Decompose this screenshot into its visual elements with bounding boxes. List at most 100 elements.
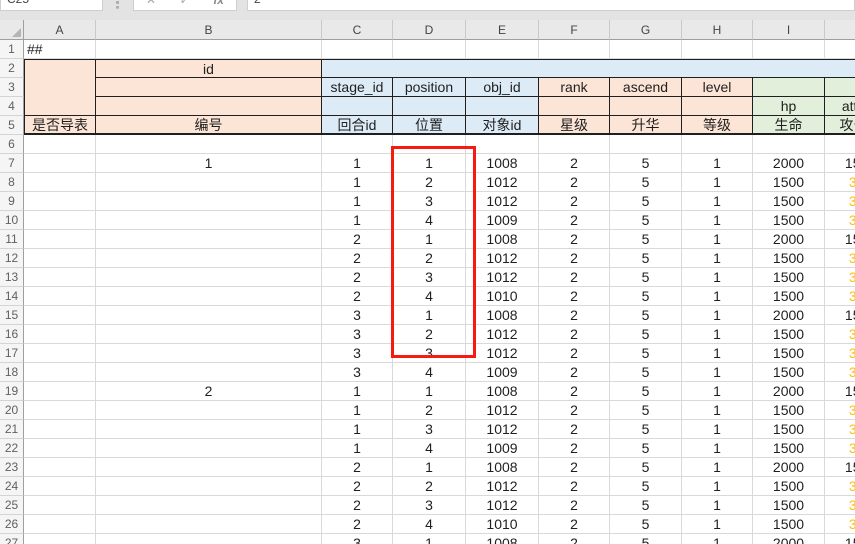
cell-D4[interactable] [393,97,466,116]
cell-B11[interactable] [96,230,322,249]
cell-J27[interactable]: 1500 [825,534,855,544]
cell-C21[interactable]: 1 [322,420,393,439]
cell-D13[interactable]: 3 [393,268,466,287]
cell-C16[interactable]: 3 [322,325,393,344]
cell-I24[interactable]: 1500 [753,477,825,496]
cell-J3[interactable] [825,78,855,97]
cell-I3[interactable] [753,78,825,97]
cell-F26[interactable]: 2 [539,515,610,534]
cell-H17[interactable]: 1 [682,344,753,363]
cell-F19[interactable]: 2 [539,382,610,401]
cell-F17[interactable]: 2 [539,344,610,363]
column-header-E[interactable]: E [466,20,539,40]
row-header-17[interactable]: 17 [0,344,24,363]
cell-J18[interactable]: 350 [825,363,855,382]
cell-I1[interactable] [753,40,825,59]
cell-I18[interactable]: 1500 [753,363,825,382]
cell-D14[interactable]: 4 [393,287,466,306]
row-header-2[interactable]: 2 [0,59,24,78]
cell-C1[interactable] [322,40,393,59]
row-header-18[interactable]: 18 [0,363,24,382]
formula-bar-grip[interactable] [116,1,119,9]
cell-E27[interactable]: 1008 [466,534,539,544]
cell-D16[interactable]: 2 [393,325,466,344]
cell-D21[interactable]: 3 [393,420,466,439]
formula-input[interactable]: 2 [247,0,855,11]
cell-C19[interactable]: 1 [322,382,393,401]
cell-E25[interactable]: 1012 [466,496,539,515]
row-header-3[interactable]: 3 [0,78,24,97]
cell-H1[interactable] [682,40,753,59]
cell-G19[interactable]: 5 [610,382,682,401]
cell-F4[interactable] [539,97,610,116]
cell-G11[interactable]: 5 [610,230,682,249]
cell-B15[interactable] [96,306,322,325]
cell-F1[interactable] [539,40,610,59]
cell-B24[interactable] [96,477,322,496]
cell-H14[interactable]: 1 [682,287,753,306]
cell-E20[interactable]: 1012 [466,401,539,420]
cell-A18[interactable] [24,363,96,382]
cell-B9[interactable] [96,192,322,211]
cell-I11[interactable]: 2000 [753,230,825,249]
cell-J1[interactable] [825,40,855,59]
column-header-F[interactable]: F [539,20,610,40]
cell-H27[interactable]: 1 [682,534,753,544]
cell-J17[interactable]: 350 [825,344,855,363]
cell-B22[interactable] [96,439,322,458]
cell-D9[interactable]: 3 [393,192,466,211]
cell-H26[interactable]: 1 [682,515,753,534]
cell-F22[interactable]: 2 [539,439,610,458]
cell-G14[interactable]: 5 [610,287,682,306]
cell-A23[interactable] [24,458,96,477]
cell-D24[interactable]: 2 [393,477,466,496]
cell-J8[interactable]: 350 [825,173,855,192]
cell-G1[interactable] [610,40,682,59]
cell-E8[interactable]: 1012 [466,173,539,192]
cell-B21[interactable] [96,420,322,439]
cell-H15[interactable]: 1 [682,306,753,325]
cell-I23[interactable]: 2000 [753,458,825,477]
cell-E10[interactable]: 1009 [466,211,539,230]
cell-A14[interactable] [24,287,96,306]
cell-D17[interactable]: 3 [393,344,466,363]
row-header-24[interactable]: 24 [0,477,24,496]
cell-C15[interactable]: 3 [322,306,393,325]
cell-E15[interactable]: 1008 [466,306,539,325]
row-header-4[interactable]: 4 [0,97,24,116]
cell-G4[interactable] [610,97,682,116]
cell-I8[interactable]: 1500 [753,173,825,192]
cell-E6[interactable] [466,135,539,154]
cell-C14[interactable]: 2 [322,287,393,306]
cell-B17[interactable] [96,344,322,363]
cell-B27[interactable] [96,534,322,544]
cell-C24[interactable]: 2 [322,477,393,496]
cell-C9[interactable]: 1 [322,192,393,211]
row-header-27[interactable]: 27 [0,534,24,544]
cell-H13[interactable]: 1 [682,268,753,287]
cell-G24[interactable]: 5 [610,477,682,496]
cell-D26[interactable]: 4 [393,515,466,534]
row-header-13[interactable]: 13 [0,268,24,287]
cell-B16[interactable] [96,325,322,344]
cell-H24[interactable]: 1 [682,477,753,496]
cell-E16[interactable]: 1012 [466,325,539,344]
cell-E5[interactable]: 对象id [466,116,539,135]
cell-G12[interactable]: 5 [610,249,682,268]
cell-H21[interactable]: 1 [682,420,753,439]
cell-C2-J2-merged[interactable] [322,59,855,78]
column-header-B[interactable]: B [96,20,322,40]
cell-D19[interactable]: 1 [393,382,466,401]
cell-A22[interactable] [24,439,96,458]
cell-A9[interactable] [24,192,96,211]
column-header-A[interactable]: A [24,20,96,40]
cell-D23[interactable]: 1 [393,458,466,477]
row-header-26[interactable]: 26 [0,515,24,534]
cell-E24[interactable]: 1012 [466,477,539,496]
cell-I19[interactable]: 2000 [753,382,825,401]
cell-E12[interactable]: 1012 [466,249,539,268]
cell-A21[interactable] [24,420,96,439]
cell-A8[interactable] [24,173,96,192]
cell-D25[interactable]: 3 [393,496,466,515]
column-header-G[interactable]: G [610,20,682,40]
